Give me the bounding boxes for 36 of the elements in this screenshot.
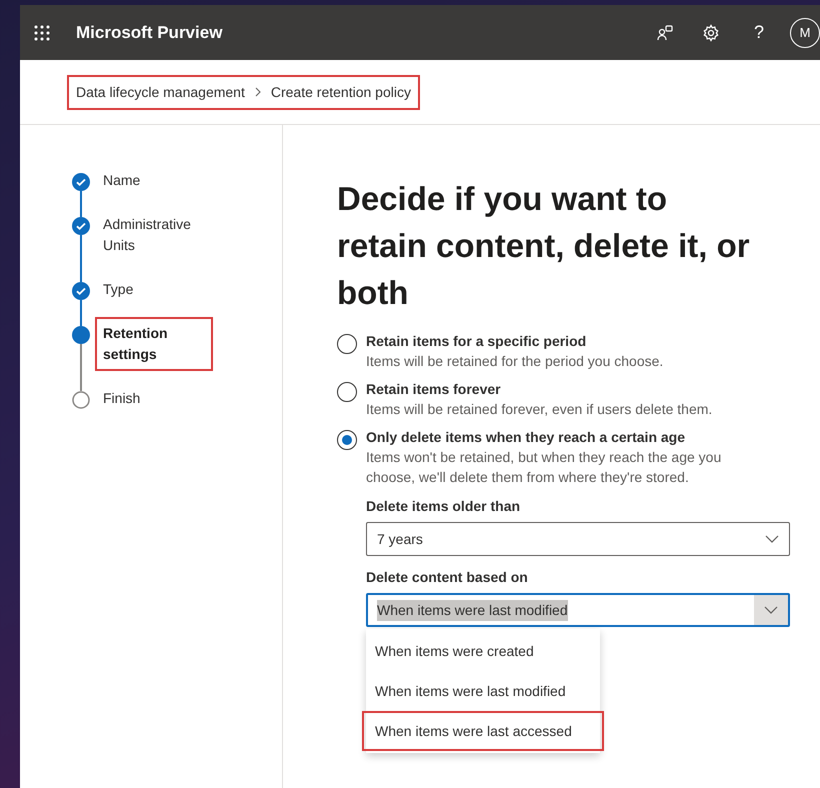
step-label[interactable]: Type <box>95 273 213 306</box>
option-label: Only delete items when they reach a certain age <box>366 428 686 447</box>
option-label: Retain items forever <box>366 380 502 399</box>
breadcrumb-item[interactable]: Data lifecycle management <box>76 82 245 102</box>
dropdown[interactable]: When items were last modified <box>366 593 790 627</box>
chevron-down-icon <box>765 535 779 543</box>
menu-option[interactable]: When items were created <box>366 631 600 671</box>
dropdown-value: When items were last modified <box>377 600 568 620</box>
breadcrumb-item[interactable]: Create retention policy <box>270 82 411 102</box>
step-label[interactable]: Administrative Units <box>95 208 213 262</box>
step-label[interactable]: Retention settings <box>95 317 213 371</box>
radio-button[interactable] <box>337 334 357 354</box>
dropdown-value: 7 years <box>377 530 423 549</box>
step-label[interactable]: Name <box>95 164 213 197</box>
step-label[interactable]: Finish <box>95 382 213 415</box>
radio-button[interactable] <box>337 382 357 402</box>
radio-button[interactable] <box>337 430 357 450</box>
app-title: Microsoft Purview <box>76 22 222 44</box>
option-description: Items will be retained forever, even if users delete them. <box>366 400 714 419</box>
dropdown-toggle[interactable] <box>754 595 788 625</box>
chevron-right-icon <box>254 87 261 97</box>
option-description: Items will be retained for the period you choose. <box>366 352 664 371</box>
app-launcher-icon[interactable] <box>34 24 50 40</box>
settings-icon[interactable] <box>702 24 720 42</box>
option-description: Items won't be retained, but when they reach the age you choose, we'll delete them from where they're stored. <box>366 448 722 487</box>
option-label: Retain items for a specific period <box>366 332 588 351</box>
menu-option[interactable]: When items were last modified <box>366 671 600 711</box>
people-icon[interactable] <box>656 24 674 42</box>
avatar[interactable]: M <box>790 18 820 48</box>
help-button[interactable]: ? <box>754 19 764 46</box>
chevron-down-icon <box>764 606 778 614</box>
page-heading: Decide if you want to retain content, delete it, or both <box>337 179 751 313</box>
field-label: Delete items older than <box>366 497 522 516</box>
dropdown[interactable]: 7 years <box>366 522 790 556</box>
field-label: Delete content based on <box>366 568 529 587</box>
menu-option[interactable]: When items were last accessed <box>362 711 604 751</box>
